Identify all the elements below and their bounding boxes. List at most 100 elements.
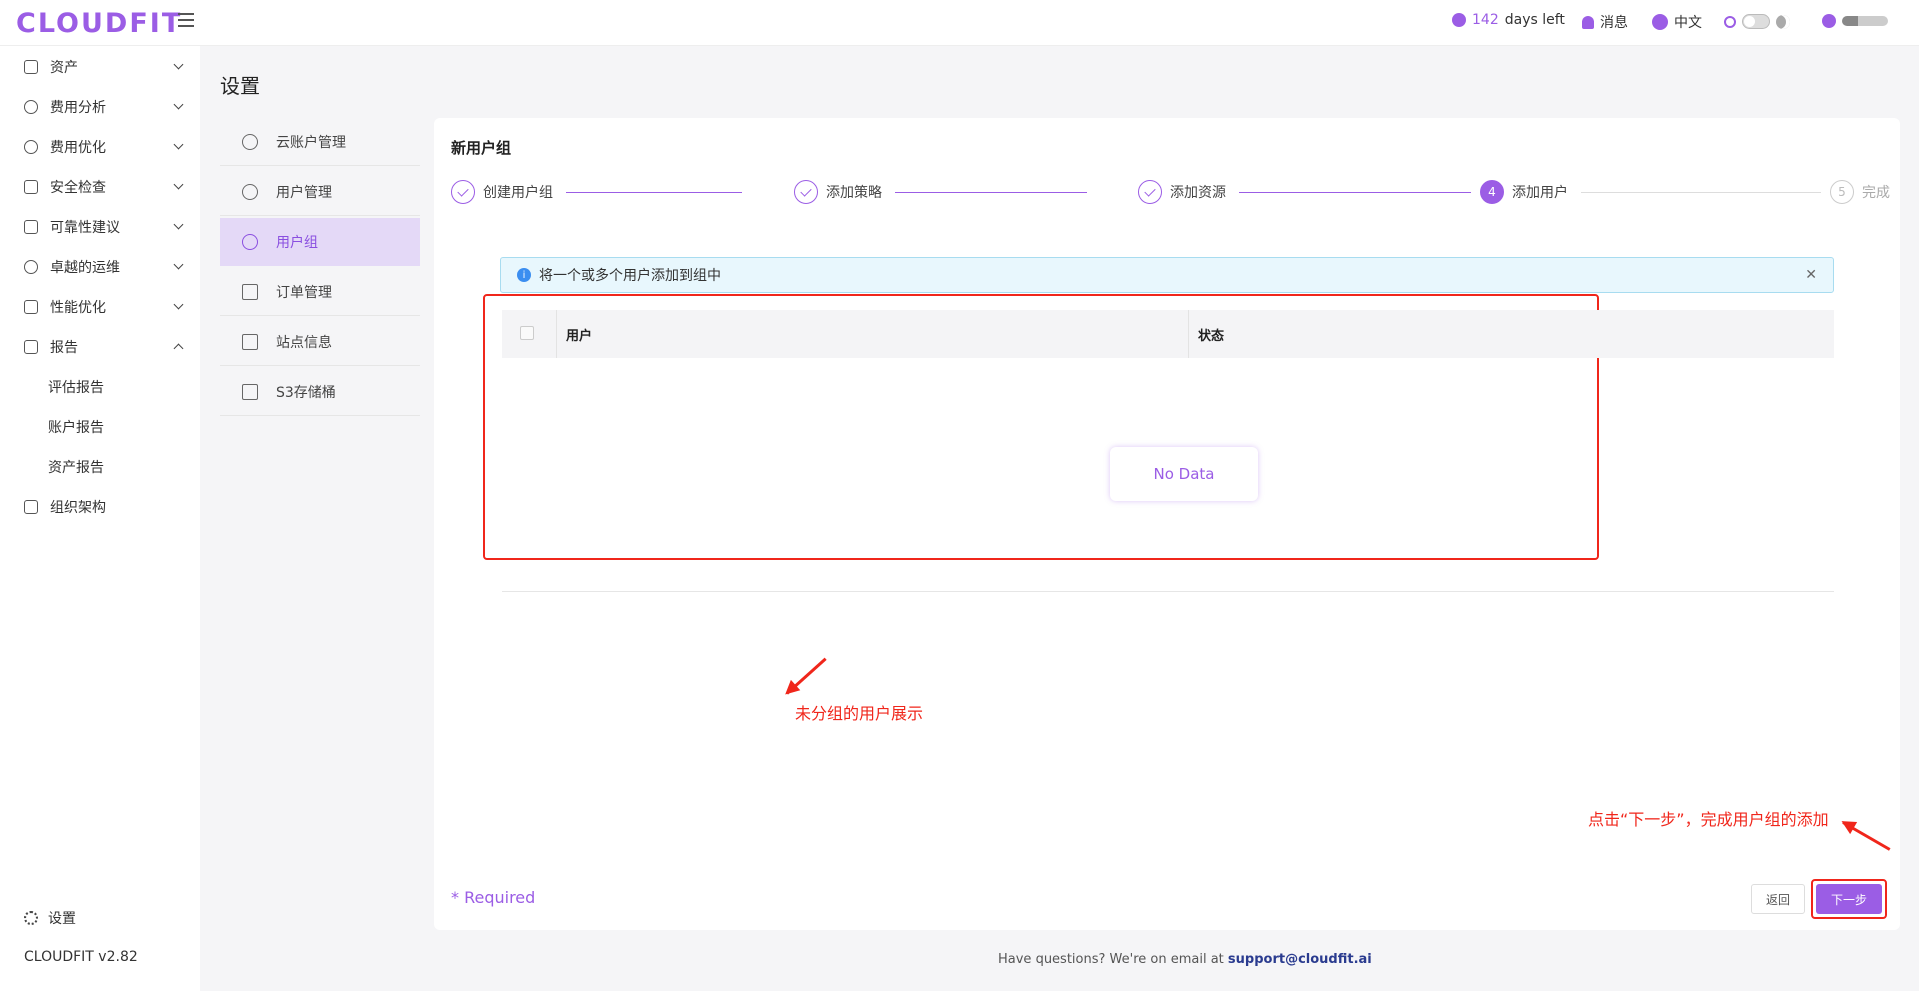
sidebar-item-operations[interactable]: 卓越的运维: [0, 247, 200, 287]
check-icon: [794, 180, 818, 204]
check-icon: [1138, 180, 1162, 204]
top-header: CLOUDFIT 142 days left 消息 中文: [0, 0, 1919, 46]
step-number: 5: [1830, 180, 1854, 204]
dashboard-icon: [24, 100, 38, 114]
chevron-up-icon: [173, 343, 184, 354]
language-selector[interactable]: 中文: [1652, 12, 1702, 32]
column-status[interactable]: 状态: [1198, 325, 1224, 344]
step-create-group: 创建用户组: [451, 180, 553, 204]
step-add-resources: 添加资源: [1138, 180, 1226, 204]
chevron-down-icon: [173, 59, 184, 70]
user-menu[interactable]: [1822, 14, 1888, 28]
step-complete: 5 完成: [1830, 180, 1890, 204]
annotation-arrow: [785, 657, 827, 695]
language-label: 中文: [1674, 15, 1702, 31]
sidebar-subitem-asset-report[interactable]: 资产报告: [48, 457, 104, 477]
back-button[interactable]: 返回: [1751, 884, 1805, 914]
footer-text: Have questions? We're on email at: [998, 952, 1224, 967]
gear-icon: [24, 911, 38, 925]
performance-icon: [24, 300, 38, 314]
site-info-icon: [242, 333, 258, 350]
annotation-next-note: 点击“下一步”，完成用户组的添加: [1588, 810, 1829, 829]
menu-toggle-icon[interactable]: [178, 13, 194, 29]
trial-status: 142 days left: [1452, 12, 1565, 28]
chevron-down-icon: [173, 99, 184, 110]
sidebar-item-assets[interactable]: 资产: [0, 47, 200, 87]
sidebar-item-security[interactable]: 安全检查: [0, 167, 200, 207]
users-table: 用户 状态 No Data: [502, 310, 1834, 592]
step-add-policy: 添加策略: [794, 180, 882, 204]
moon-icon: [1776, 14, 1790, 29]
cloud-icon: [242, 133, 258, 150]
close-icon[interactable]: ✕: [1805, 267, 1817, 283]
info-icon: i: [517, 268, 531, 282]
sidebar: 资产 费用分析 费用优化 安全检查 可靠性建议 卓越的运维 性能优化 报告 评估…: [0, 46, 200, 991]
step-connector: [566, 192, 742, 193]
sidebar-settings[interactable]: 设置: [24, 908, 76, 928]
settings-item-user-groups[interactable]: 用户组: [220, 218, 420, 266]
support-email-link[interactable]: support@cloudfit.ai: [1228, 952, 1372, 967]
sun-icon: [1724, 15, 1736, 28]
alarm-icon: [24, 180, 38, 194]
clock-icon: [1452, 13, 1466, 27]
no-data-placeholder: No Data: [1110, 447, 1258, 501]
sidebar-item-reliability[interactable]: 可靠性建议: [0, 207, 200, 247]
sidebar-item-reports[interactable]: 报告: [0, 327, 200, 367]
theme-toggle[interactable]: [1742, 14, 1770, 29]
asset-icon: [24, 60, 38, 74]
sidebar-item-performance[interactable]: 性能优化: [0, 287, 200, 327]
bucket-icon: [242, 383, 258, 400]
cloud-ops-icon: [24, 260, 38, 274]
step-connector: [895, 192, 1087, 193]
report-icon: [24, 340, 38, 354]
user-group-icon: [242, 234, 258, 250]
theme-switch[interactable]: [1724, 14, 1790, 29]
sidebar-subitem-assessment-report[interactable]: 评估报告: [48, 377, 104, 397]
chevron-down-icon: [173, 219, 184, 230]
messages-label: 消息: [1600, 15, 1628, 31]
next-button[interactable]: 下一步: [1816, 884, 1882, 914]
step-connector: [1581, 192, 1821, 193]
chevron-down-icon: [173, 139, 184, 150]
annotation-arrow: [1842, 821, 1891, 851]
version-label: CLOUDFIT v2.82: [24, 949, 138, 965]
org-chart-icon: [24, 500, 38, 514]
step-add-users: 4 添加用户: [1480, 180, 1568, 204]
bell-icon: [1582, 15, 1594, 29]
settings-item-users[interactable]: 用户管理: [220, 168, 420, 216]
annotation-table-note: 未分组的用户展示: [795, 704, 924, 723]
settings-item-s3-buckets[interactable]: S3存储桶: [220, 368, 420, 416]
step-connector: [1239, 192, 1471, 193]
sidebar-item-org[interactable]: 组织架构: [0, 487, 200, 527]
card-title: 新用户组: [451, 139, 512, 157]
stepper: 创建用户组 添加策略 添加资源 4 添加用户 5 完成: [451, 180, 1891, 206]
step-number: 4: [1480, 180, 1504, 204]
sidebar-subitem-account-report[interactable]: 账户报告: [48, 417, 104, 437]
column-user[interactable]: 用户: [566, 325, 592, 344]
user-avatar-icon: [1822, 14, 1836, 28]
settings-item-orders[interactable]: 订单管理: [220, 268, 420, 316]
required-note: * Required: [451, 888, 536, 907]
check-icon: [451, 180, 475, 204]
clipboard-icon: [242, 283, 258, 300]
chevron-down-icon: [173, 259, 184, 270]
settings-item-cloud-accounts[interactable]: 云账户管理: [220, 118, 420, 166]
logo[interactable]: CLOUDFIT: [16, 8, 182, 39]
dollar-icon: [24, 140, 38, 154]
username-masked: [1842, 16, 1888, 26]
sidebar-item-cost-optimization[interactable]: 费用优化: [0, 127, 200, 167]
settings-item-site-info[interactable]: 站点信息: [220, 318, 420, 366]
info-alert: i 将一个或多个用户添加到组中 ✕: [500, 257, 1834, 293]
alert-text: 将一个或多个用户添加到组中: [539, 268, 721, 284]
footer: Have questions? We're on email at suppor…: [998, 952, 1372, 967]
messages-button[interactable]: 消息: [1582, 12, 1628, 32]
new-user-group-card: 新用户组 创建用户组 添加策略 添加资源 4 添加用户 5 完成 i 将一个或多个用…: [434, 118, 1900, 930]
page-title: 设置: [220, 74, 260, 98]
select-all-checkbox[interactable]: [520, 326, 534, 340]
chevron-down-icon: [173, 179, 184, 190]
reliability-icon: [24, 220, 38, 234]
sidebar-item-cost-analysis[interactable]: 费用分析: [0, 87, 200, 127]
user-icon: [242, 183, 258, 200]
globe-icon: [1652, 14, 1668, 30]
trial-days: 142: [1472, 12, 1499, 28]
